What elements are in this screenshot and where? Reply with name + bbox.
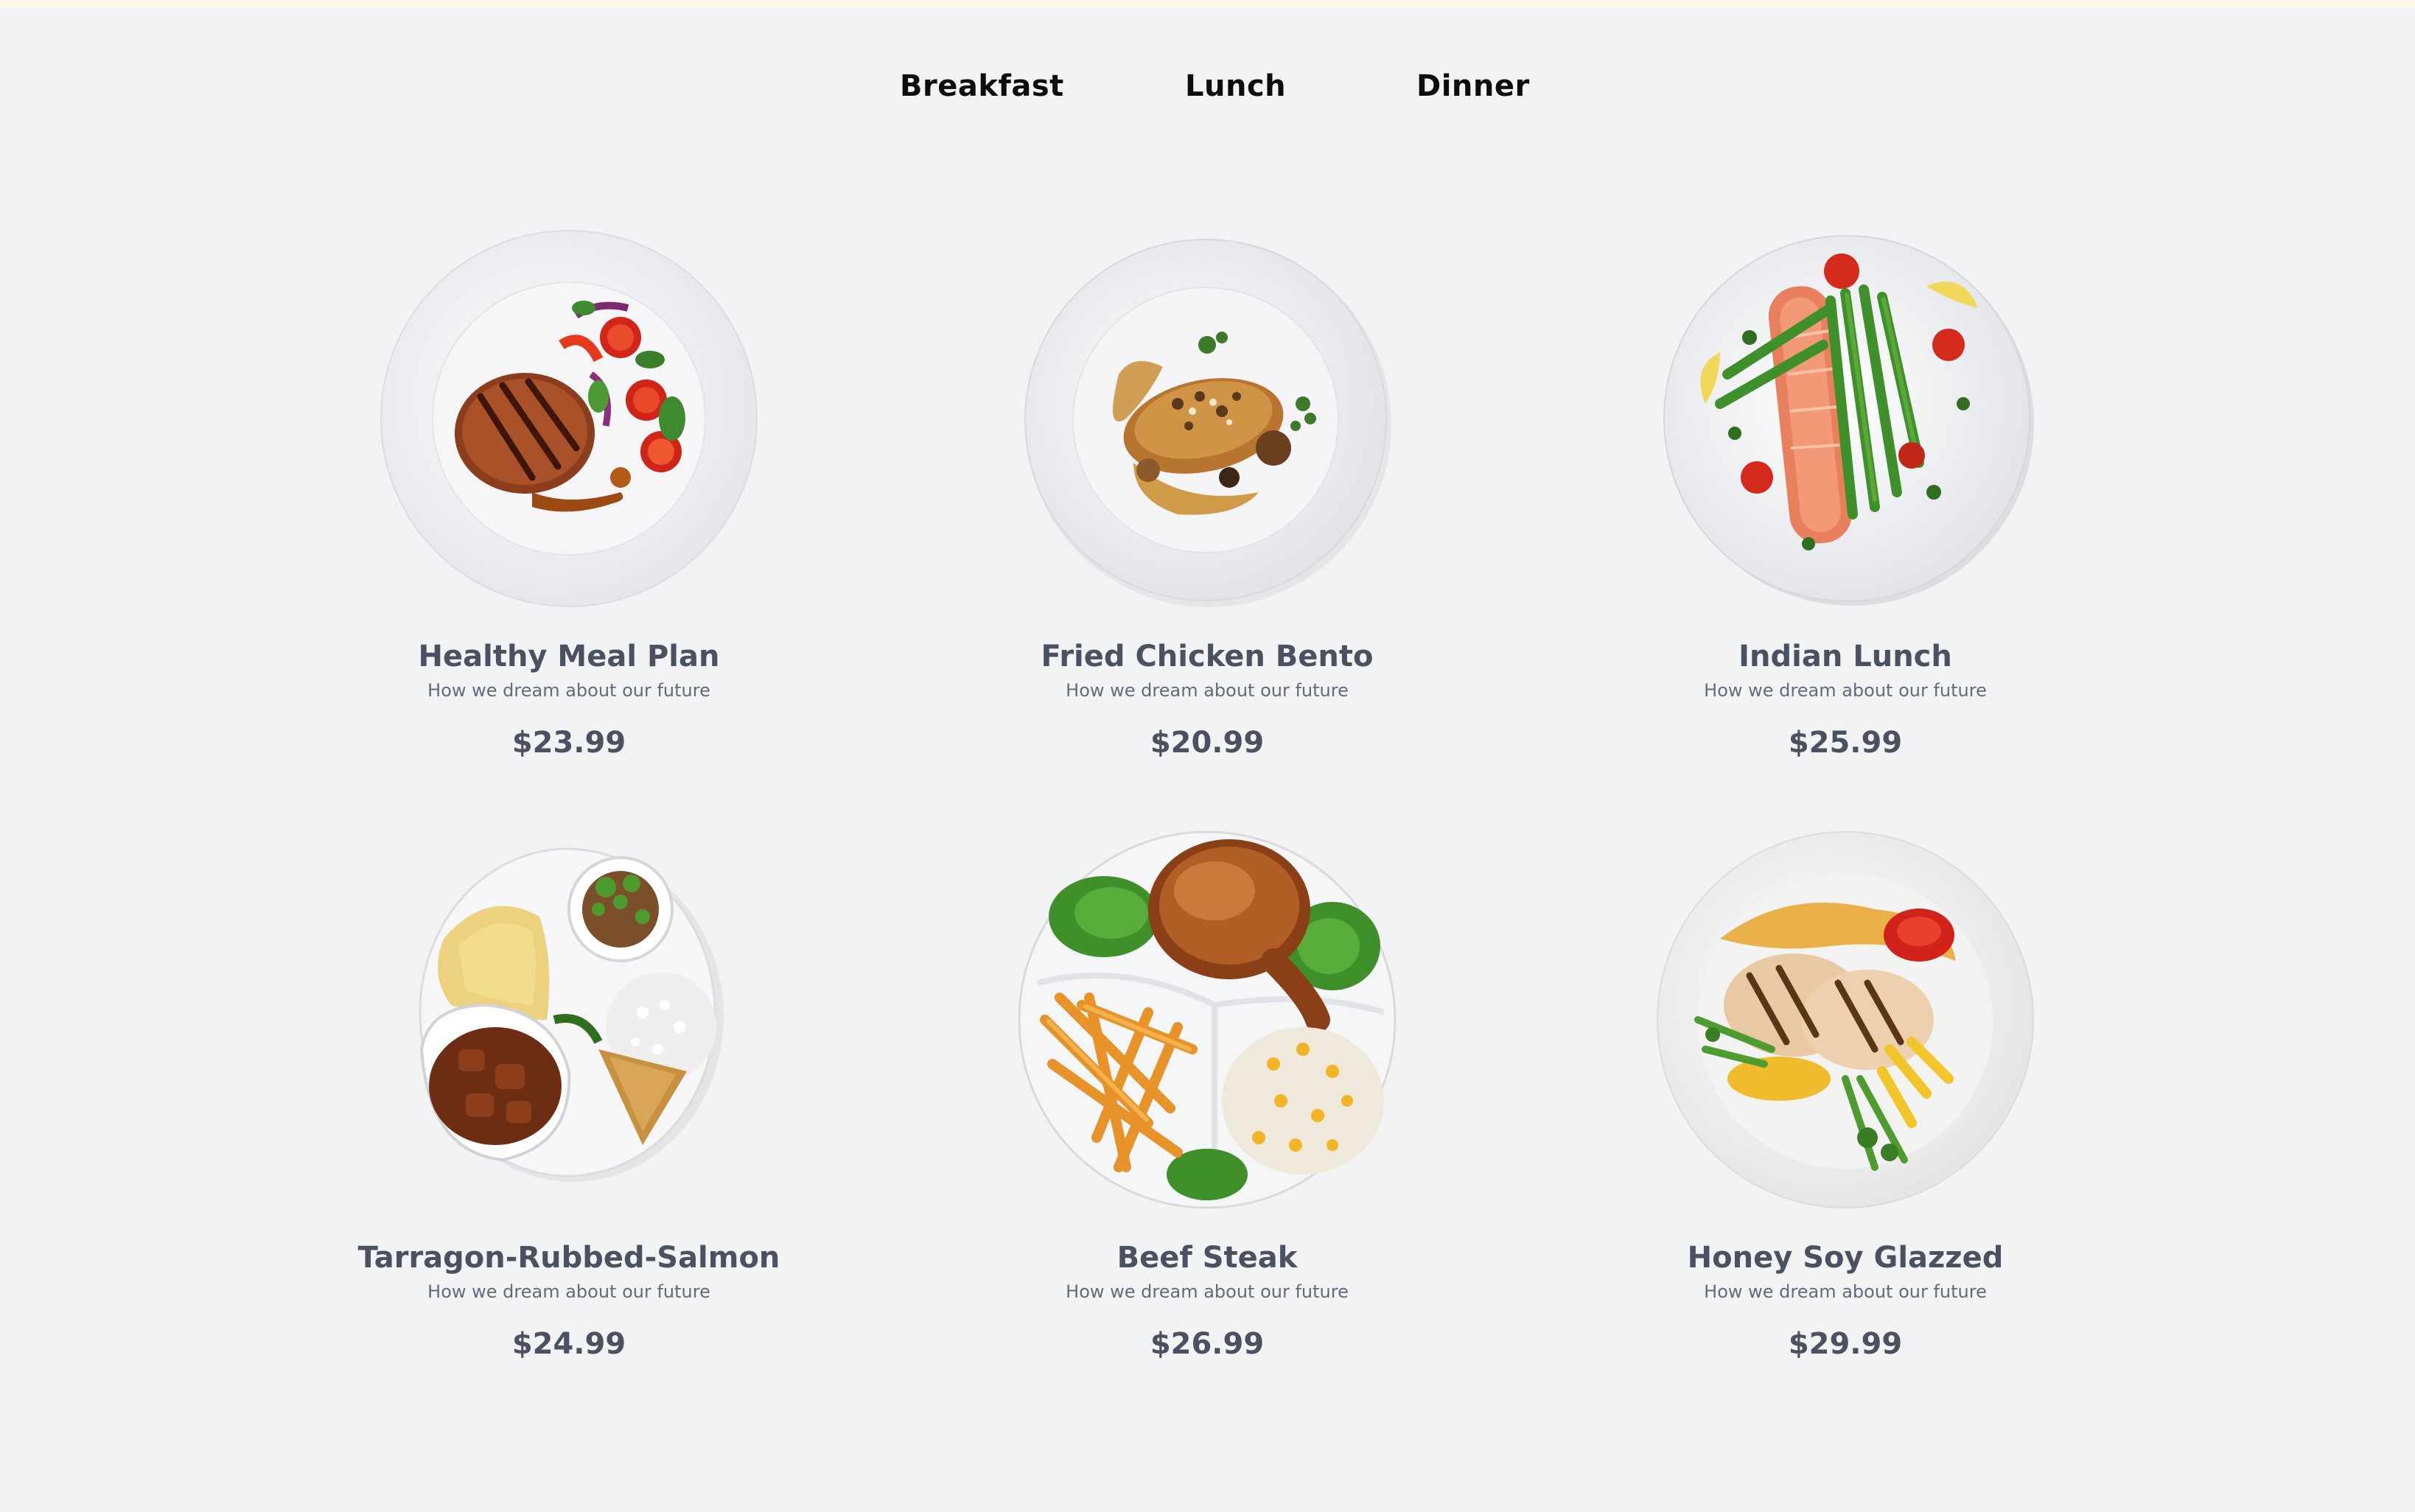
dish-subtitle: How we dream about our future [1704, 1281, 1987, 1302]
dish-subtitle: How we dream about our future [1704, 680, 1987, 701]
tab-breakfast[interactable]: Breakfast [900, 60, 1064, 112]
dish-image-roast-chicken-fries[interactable] [1016, 828, 1399, 1211]
dish-price: $24.99 [511, 1327, 626, 1361]
menu-card-healthy-meal-plan[interactable]: Healthy Meal Plan How we dream about our… [289, 227, 849, 787]
dish-subtitle: How we dream about our future [427, 680, 710, 701]
dish-title: Tarragon-Rubbed-Salmon [357, 1241, 780, 1275]
dish-image-grilled-pork-chop[interactable] [377, 227, 761, 610]
dish-title: Fried Chicken Bento [1041, 640, 1374, 673]
dish-image-indian-thali[interactable] [377, 828, 761, 1211]
top-strip [0, 0, 2415, 7]
dish-image-salmon-asparagus[interactable] [1654, 227, 2037, 610]
dish-title: Healthy Meal Plan [418, 640, 720, 673]
menu-card-beef-steak[interactable]: Beef Steak How we dream about our future… [927, 828, 1487, 1388]
dish-price: $20.99 [1150, 726, 1265, 760]
dish-title: Indian Lunch [1738, 640, 1952, 673]
menu-card-tarragon-rubbed-salmon[interactable]: Tarragon-Rubbed-Salmon How we dream abou… [289, 828, 849, 1388]
dish-title: Beef Steak [1116, 1241, 1298, 1275]
dish-subtitle: How we dream about our future [1066, 680, 1349, 701]
dish-subtitle: How we dream about our future [1066, 1281, 1349, 1302]
tab-lunch[interactable]: Lunch [1185, 60, 1286, 112]
dish-price: $23.99 [511, 726, 626, 760]
dish-price: $25.99 [1788, 726, 1903, 760]
menu-card-fried-chicken-bento[interactable]: Fried Chicken Bento How we dream about o… [927, 227, 1487, 787]
dish-subtitle: How we dream about our future [427, 1281, 710, 1302]
dish-image-chicken-sauce[interactable] [1016, 227, 1399, 610]
tab-dinner[interactable]: Dinner [1416, 60, 1530, 112]
menu-card-indian-lunch[interactable]: Indian Lunch How we dream about our futu… [1565, 227, 2125, 787]
dish-title: Honey Soy Glazzed [1687, 1241, 2004, 1275]
menu-card-honey-soy-glazzed[interactable]: Honey Soy Glazzed How we dream about our… [1565, 828, 2125, 1388]
dish-price: $26.99 [1150, 1327, 1265, 1361]
dish-price: $29.99 [1788, 1327, 1903, 1361]
dish-image-grilled-chicken-veg[interactable] [1654, 828, 2037, 1211]
meal-tabs: Breakfast Lunch Dinner [0, 60, 2415, 112]
